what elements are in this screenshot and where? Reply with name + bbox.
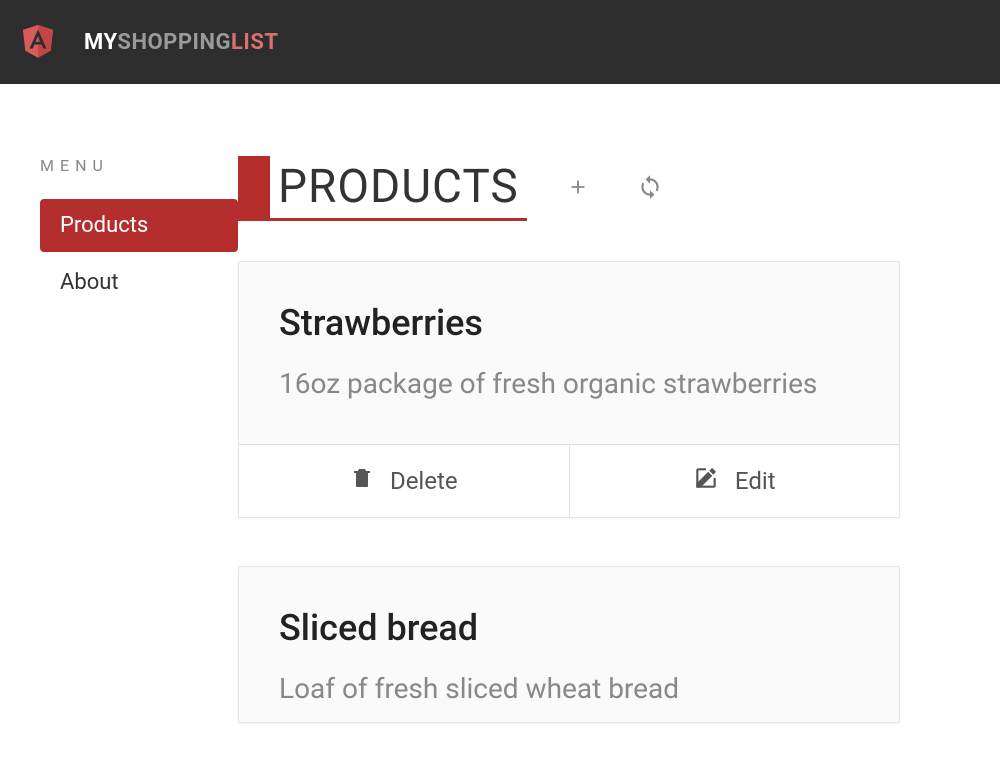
brand-part-shopping: SHOPPING <box>117 30 231 55</box>
product-card-body: Sliced bread Loaf of fresh sliced wheat … <box>239 567 899 723</box>
refresh-icon <box>637 174 663 204</box>
title-block: PRODUCTS <box>238 156 527 221</box>
header-actions <box>567 174 663 204</box>
product-name: Sliced bread <box>279 607 859 649</box>
sidebar-item-label: About <box>60 270 119 295</box>
title-accent <box>238 156 270 218</box>
content-area: MENU Products About PRODUCTS <box>0 84 1000 723</box>
product-card-body: Strawberries 16oz package of fresh organ… <box>239 262 899 444</box>
plus-icon <box>567 176 589 202</box>
sidebar-item-label: Products <box>60 213 148 238</box>
edit-button[interactable]: Edit <box>570 445 900 517</box>
app-header: MYSHOPPINGLIST <box>0 0 1000 84</box>
brand-part-my: MY <box>84 30 117 55</box>
refresh-button[interactable] <box>637 174 663 204</box>
brand-part-list: LIST <box>231 30 279 55</box>
edit-icon <box>693 465 719 497</box>
trash-icon <box>350 466 374 496</box>
main-content: PRODUCTS <box>238 156 1000 723</box>
product-card: Strawberries 16oz package of fresh organ… <box>238 261 900 518</box>
edit-label: Edit <box>735 467 776 495</box>
add-product-button[interactable] <box>567 174 589 204</box>
product-card: Sliced bread Loaf of fresh sliced wheat … <box>238 566 900 724</box>
delete-button[interactable]: Delete <box>239 445 570 517</box>
angular-logo-icon <box>20 21 84 63</box>
sidebar: MENU Products About <box>0 156 238 723</box>
product-actions: Delete Edit <box>239 444 899 517</box>
product-description: 16oz package of fresh organic strawberri… <box>279 360 859 408</box>
page-title: PRODUCTS <box>270 156 527 218</box>
sidebar-item-about[interactable]: About <box>40 256 238 309</box>
product-description: Loaf of fresh sliced wheat bread <box>279 665 859 713</box>
menu-label: MENU <box>40 156 238 175</box>
sidebar-item-products[interactable]: Products <box>40 199 238 252</box>
page-header: PRODUCTS <box>238 156 900 221</box>
brand-title: MYSHOPPINGLIST <box>84 30 279 55</box>
product-name: Strawberries <box>279 302 859 344</box>
delete-label: Delete <box>390 467 458 495</box>
